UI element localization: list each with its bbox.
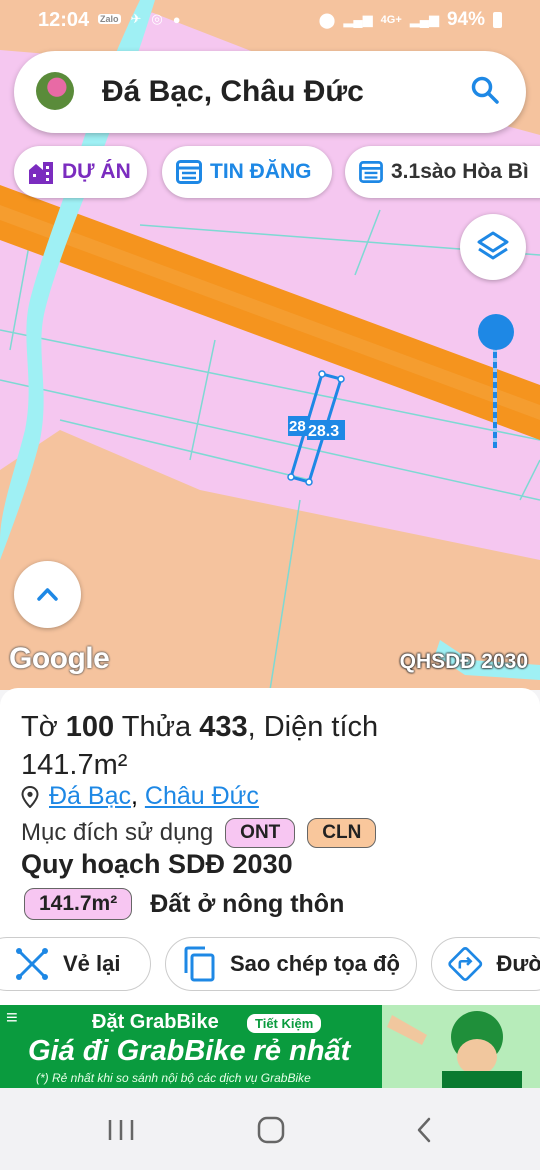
ad-disclaimer: (*) Rẻ nhất khi so sánh nội bộ các dịch … — [36, 1071, 311, 1085]
sheet-number: 100 — [65, 711, 115, 743]
search-bar[interactable]: Đá Bạc, Châu Đức — [14, 51, 526, 133]
dot-icon: ● — [172, 11, 181, 27]
search-icon[interactable] — [470, 75, 500, 105]
listing-icon — [176, 160, 202, 184]
layers-icon — [477, 231, 509, 260]
purpose-badge-ont[interactable]: ONT — [225, 818, 296, 848]
battery-icon — [493, 12, 502, 28]
ad-menu-icon[interactable]: ≡ — [6, 1007, 18, 1030]
chrome-icon: ◎ — [151, 11, 163, 26]
directions-button[interactable]: Đườ — [431, 937, 540, 991]
network-type: 4G+ — [380, 14, 402, 26]
copy-icon — [184, 946, 215, 982]
plan-area-badge[interactable]: 141.7m² — [24, 888, 133, 920]
copy-coordinates-label: Sao chép tọa độ — [230, 951, 400, 976]
chip-label: DỰ ÁN — [62, 160, 131, 183]
avatar[interactable] — [36, 72, 74, 110]
redraw-button[interactable]: Vẻ lại — [0, 937, 151, 991]
plot-number: 433 — [199, 711, 248, 743]
plan-row: 141.7m² Đất ở nông thôn — [24, 888, 344, 920]
purpose-badge-cln[interactable]: CLN — [307, 818, 377, 848]
status-time: 12:04 — [38, 9, 90, 31]
expand-up-button[interactable] — [14, 561, 81, 628]
map-layer-caption: QHSDĐ 2030 — [399, 650, 528, 673]
plot-prefix: Thửa — [121, 711, 192, 743]
signal-icon: ▂▄▆ — [343, 12, 373, 27]
ad-tag: Tiết Kiệm — [247, 1014, 322, 1033]
send-icon: ✈ — [130, 11, 142, 26]
ad-image — [382, 1005, 540, 1088]
chip-listing[interactable]: 3.1sào Hòa Bì — [345, 146, 540, 198]
ad-title: Giá đi GrabBike rẻ nhất — [28, 1035, 351, 1067]
directions-icon — [448, 947, 483, 981]
chip-label: TIN ĐĂNG — [210, 160, 312, 183]
directions-label: Đườ — [496, 951, 540, 976]
district-link[interactable]: Châu Đức — [145, 782, 259, 810]
battery-level: 94% — [446, 9, 485, 30]
signal-icon: ▂▄▆ — [409, 12, 439, 27]
status-bar: 12:04 Zalo ✈ ◎ ● ⬤ ▂▄▆ 4G+ ▂▄▆ 94% — [0, 0, 540, 40]
zalo-icon: Zalo — [98, 14, 121, 24]
listing-icon — [359, 161, 383, 183]
plot-dimension-label: 28 — [289, 418, 306, 435]
system-nav-bar — [0, 1088, 540, 1170]
copy-coordinates-button[interactable]: Sao chép tọa độ — [165, 937, 417, 991]
map-pin-icon — [21, 785, 39, 808]
chevron-up-icon — [37, 588, 58, 601]
recent-apps-icon[interactable] — [106, 1118, 136, 1142]
plan-land-type: Đất ở nông thôn — [150, 889, 345, 918]
commune-link[interactable]: Đá Bạc — [49, 782, 131, 810]
google-logo: Google — [9, 642, 110, 675]
purpose-label: Mục đích sử dụng — [21, 819, 214, 846]
location-icon: ⬤ — [318, 12, 336, 29]
land-use-purpose: Mục đích sử dụng ONT CLN — [21, 818, 377, 848]
parcel-location: Đá Bạc, Châu Đức — [21, 782, 259, 811]
ad-headline: Đặt GrabBike — [92, 1011, 219, 1033]
redraw-label: Vẻ lại — [63, 951, 121, 976]
chip-tin-dang[interactable]: TIN ĐĂNG — [162, 146, 332, 198]
parcel-summary: Tờ 100 Thửa 433, Diện tích 141.7m² — [21, 708, 521, 784]
chip-du-an[interactable]: DỰ ÁN — [14, 146, 147, 198]
parcel-area: 141.7m² — [21, 749, 128, 781]
back-icon[interactable] — [412, 1116, 436, 1144]
plot-dimension-label: 28.3 — [308, 423, 339, 440]
home-icon[interactable] — [256, 1116, 286, 1144]
building-icon — [29, 162, 53, 184]
layers-button[interactable] — [460, 214, 526, 280]
redraw-icon — [16, 948, 48, 980]
sheet-prefix: Tờ — [21, 711, 58, 743]
opacity-slider-handle[interactable] — [478, 314, 514, 350]
search-location-title[interactable]: Đá Bạc, Châu Đức — [102, 75, 364, 109]
ad-rider-illustration — [382, 1005, 540, 1088]
chip-label: 3.1sào Hòa Bì — [391, 160, 529, 183]
area-prefix: , Diện tích — [247, 711, 379, 743]
plan-title: Quy hoạch SDĐ 2030 — [21, 849, 293, 879]
ad-banner[interactable]: ≡ Đặt GrabBike Tiết Kiệm Giá đi GrabBike… — [0, 1005, 540, 1088]
